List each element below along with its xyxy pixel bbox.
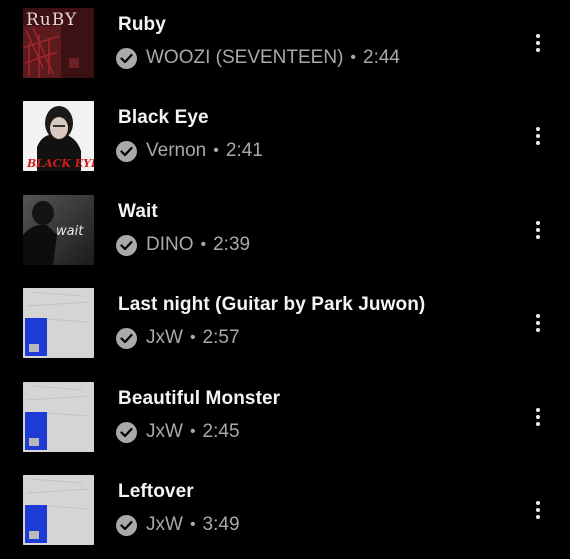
track-title: Last night (Guitar by Park Juwon) <box>118 294 426 315</box>
check-circle-icon <box>116 421 137 443</box>
track-title: Black Eye <box>118 107 209 128</box>
more-vertical-icon[interactable] <box>526 217 550 243</box>
art-title: RuBY <box>26 10 77 30</box>
jxw-album-art <box>23 475 94 545</box>
separator-dot: • <box>189 423 196 440</box>
check-circle-icon <box>116 140 137 162</box>
track-title: Leftover <box>118 481 194 502</box>
track-duration: 3:49 <box>202 514 240 535</box>
art-title: BLACK EYE <box>26 157 94 170</box>
track-meta: WOOZI (SEVENTEEN) • 2:44 <box>116 46 400 70</box>
track-meta: DINO • 2:39 <box>116 233 250 257</box>
separator-dot: • <box>213 142 219 159</box>
track-duration: 2:57 <box>202 327 240 348</box>
separator-dot: • <box>189 329 196 346</box>
separator-dot: • <box>189 516 196 533</box>
track-artist: DINO <box>146 234 194 255</box>
separator-dot: • <box>350 49 357 66</box>
more-vertical-icon[interactable] <box>526 30 550 56</box>
track-meta: Vernon • 2:41 <box>116 139 263 163</box>
track-row[interactable]: Last night (Guitar by Park Juwon) JxW • … <box>0 288 570 368</box>
track-duration: 2:45 <box>202 421 240 442</box>
wait-album-art: wait <box>23 195 94 265</box>
track-meta: JxW • 3:49 <box>116 513 240 537</box>
track-row[interactable]: Leftover JxW • 3:49 <box>0 475 570 555</box>
track-artist: WOOZI (SEVENTEEN) <box>146 47 344 68</box>
track-row[interactable]: wait Wait DINO • 2:39 <box>0 195 570 275</box>
track-artist: JxW <box>146 327 183 348</box>
check-circle-icon <box>116 47 137 69</box>
more-vertical-icon[interactable] <box>526 497 550 523</box>
track-artist: Vernon <box>146 140 207 161</box>
more-vertical-icon[interactable] <box>526 123 550 149</box>
jxw-album-art <box>23 288 94 358</box>
black-eye-album-art: BLACK EYE <box>23 101 94 171</box>
track-meta: JxW • 2:45 <box>116 420 240 444</box>
track-meta: JxW • 2:57 <box>116 326 240 350</box>
jxw-album-art <box>23 382 94 452</box>
track-title: Ruby <box>118 14 166 35</box>
track-duration: 2:39 <box>213 234 251 255</box>
more-vertical-icon[interactable] <box>526 404 550 430</box>
track-duration: 2:44 <box>363 47 400 68</box>
art-title: wait <box>56 224 84 239</box>
track-row[interactable]: BLACK EYE Black Eye Vernon • 2:41 <box>0 101 570 181</box>
track-row[interactable]: Beautiful Monster JxW • 2:45 <box>0 382 570 462</box>
track-title: Wait <box>118 201 158 222</box>
track-duration: 2:41 <box>225 140 263 161</box>
track-artist: JxW <box>146 421 183 442</box>
check-circle-icon <box>116 514 137 536</box>
ruby-album-art: RuBY <box>23 8 94 78</box>
separator-dot: • <box>200 236 207 253</box>
track-artist: JxW <box>146 514 183 535</box>
more-vertical-icon[interactable] <box>526 310 550 336</box>
track-list: RuBY Ruby WOOZI (SEVENTEEN) • 2:44 BLACK… <box>0 0 570 559</box>
track-title: Beautiful Monster <box>118 388 281 409</box>
check-circle-icon <box>116 327 137 349</box>
track-row[interactable]: RuBY Ruby WOOZI (SEVENTEEN) • 2:44 <box>0 8 570 88</box>
check-circle-icon <box>116 234 137 256</box>
